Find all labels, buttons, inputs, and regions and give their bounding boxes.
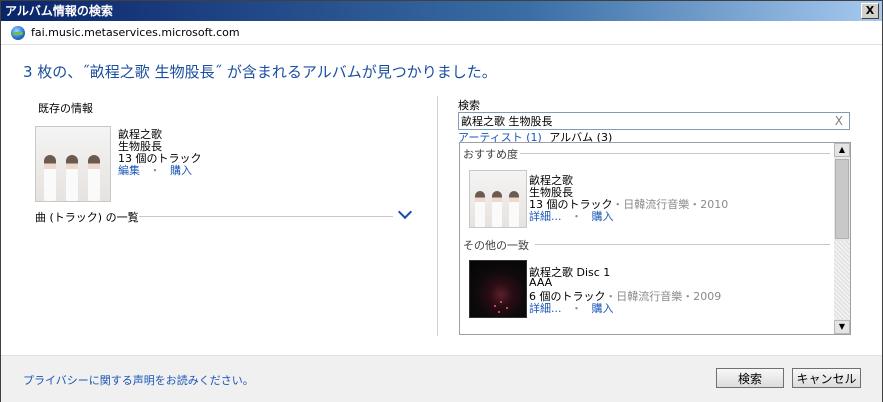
- cover-figure: [509, 191, 519, 227]
- cover-figure: [88, 155, 100, 201]
- scroll-thumb[interactable]: [835, 159, 849, 239]
- details-link[interactable]: 詳細...: [529, 302, 562, 315]
- search-box: X: [458, 112, 850, 130]
- chevron-down-icon[interactable]: [397, 204, 413, 220]
- cover-figure: [66, 155, 78, 201]
- other-matches-section-label: その他の一致: [463, 239, 529, 252]
- close-button[interactable]: X: [861, 3, 879, 19]
- search-input[interactable]: [461, 113, 821, 129]
- results-list[interactable]: おすすめ度 畝程之歌 生物股長 13 個のトラック・日韓流行音樂・2010 詳細…: [459, 142, 851, 335]
- cover-figure: [492, 191, 502, 227]
- result-links: 詳細... ・ 購入: [529, 208, 614, 224]
- buy-link[interactable]: 購入: [592, 210, 614, 223]
- clear-search-button[interactable]: X: [835, 113, 843, 129]
- results-scrollbar[interactable]: ▲ ▼: [834, 143, 850, 334]
- search-button[interactable]: 検索: [716, 368, 784, 388]
- panel-divider: [437, 96, 438, 336]
- link-separator: ・: [571, 210, 582, 223]
- result-links: 詳細... ・ 購入: [529, 300, 614, 316]
- search-label: 検索: [458, 99, 480, 112]
- cover-spark: [494, 305, 496, 307]
- scroll-up-button[interactable]: ▲: [834, 143, 850, 157]
- link-separator: ・: [149, 164, 161, 177]
- privacy-link[interactable]: プライバシーに関する声明をお読みください。: [23, 372, 254, 388]
- scroll-track[interactable]: [834, 241, 850, 319]
- track-list-toggle[interactable]: 曲 (トラック) の一覧: [35, 209, 139, 225]
- recommended-section-label: おすすめ度: [463, 148, 518, 161]
- globe-icon: [11, 26, 25, 40]
- album-search-dialog: アルバム情報の検索 X fai.music.metaservices.micro…: [0, 0, 883, 402]
- results-heading: 3 枚の、˝畝程之歌 生物股長˝ が含まれるアルバムが見つかりました。: [23, 63, 497, 81]
- cover-spark: [506, 307, 508, 309]
- existing-info-label: 既存の情報: [38, 102, 93, 115]
- result-meta: ・日韓流行音樂・2009: [605, 290, 722, 303]
- edit-link[interactable]: 編集: [118, 164, 140, 177]
- cover-figure: [475, 191, 485, 227]
- cover-spark: [498, 311, 500, 313]
- existing-links: 編集 ・ 購入: [118, 162, 192, 178]
- buy-link[interactable]: 購入: [592, 302, 614, 315]
- result-meta: ・日韓流行音樂・2010: [612, 198, 729, 211]
- track-list-rule: [139, 216, 393, 217]
- details-link[interactable]: 詳細...: [529, 210, 562, 223]
- cover-spark: [500, 301, 502, 303]
- buy-link[interactable]: 購入: [170, 164, 192, 177]
- existing-album-cover: [35, 126, 111, 202]
- link-separator: ・: [571, 302, 582, 315]
- dialog-footer: プライバシーに関する声明をお読みください。 検索 キャンセル: [1, 355, 882, 402]
- scroll-down-button[interactable]: ▼: [834, 320, 850, 334]
- cover-figure: [44, 155, 56, 201]
- window-title: アルバム情報の検索: [5, 4, 113, 18]
- title-bar[interactable]: アルバム情報の検索 X: [1, 1, 882, 21]
- section-rule: [520, 153, 830, 154]
- address-url: fai.music.metaservices.microsoft.com: [31, 26, 240, 39]
- cancel-button[interactable]: キャンセル: [792, 368, 861, 388]
- result-album-cover[interactable]: [469, 170, 527, 228]
- section-rule: [535, 244, 830, 245]
- result-album-cover[interactable]: [469, 260, 527, 318]
- address-bar: fai.music.metaservices.microsoft.com: [1, 22, 882, 45]
